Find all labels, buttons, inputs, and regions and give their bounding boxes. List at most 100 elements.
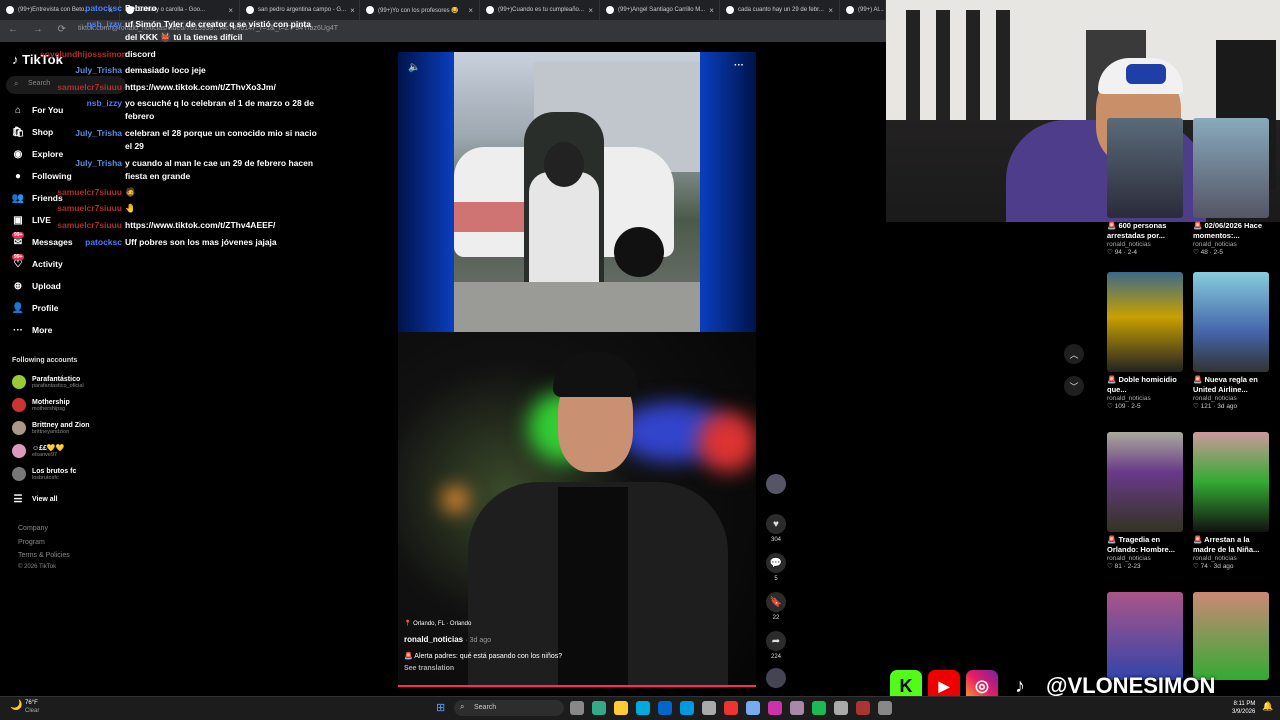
notification-icon[interactable]: 🔔 bbox=[1262, 701, 1273, 712]
following-account[interactable]: Los brutos fc losbrutosfc bbox=[12, 467, 76, 481]
chat-text: https://www.tiktok.com/t/ZThv4AEEF/ bbox=[125, 220, 276, 230]
following-account[interactable]: Brittney and Zion brittneyandzion bbox=[12, 421, 90, 435]
scroll-up-button[interactable]: ︿ bbox=[1064, 344, 1084, 364]
chat-text: 🤚 bbox=[125, 203, 136, 213]
chat-username: July_Trisha bbox=[75, 65, 122, 75]
close-icon[interactable]: × bbox=[588, 6, 593, 15]
video-photo[interactable] bbox=[454, 52, 700, 332]
start-icon[interactable]: ⊞ bbox=[436, 701, 445, 714]
progress-bar[interactable] bbox=[398, 685, 756, 687]
chat-message: soyelundhijosssimon discord bbox=[40, 48, 340, 61]
close-icon[interactable]: × bbox=[468, 6, 473, 15]
browser-tab[interactable]: (99+)Angel Santiago Carrillo M... × bbox=[600, 0, 720, 20]
following-icon: ● bbox=[14, 170, 22, 182]
browser-tab[interactable]: (99+)Cuando es tu cumpleaño... × bbox=[480, 0, 600, 20]
tab-favicon-icon bbox=[486, 6, 494, 14]
nav-item-upload[interactable]: ⊕ Upload bbox=[12, 280, 61, 292]
related-video-card[interactable]: 🚨 Doble homicidio que... ronald_noticias… bbox=[1107, 272, 1183, 410]
video-caption: 📍 Orlando, FL · Orlando ronald_noticias … bbox=[404, 620, 764, 672]
app-icon[interactable] bbox=[724, 701, 738, 715]
following-account[interactable]: Parafantástico parafantastico_oficial bbox=[12, 375, 84, 389]
clock[interactable]: 8:11 PM 3/9/2026 bbox=[1232, 700, 1255, 716]
close-icon[interactable]: × bbox=[828, 6, 833, 15]
footer-link[interactable]: Terms & Policies bbox=[18, 552, 70, 559]
scroll-down-button[interactable]: ﹀ bbox=[1064, 376, 1084, 396]
avatar bbox=[12, 398, 26, 412]
chrome-icon[interactable] bbox=[592, 701, 606, 715]
spotify-icon[interactable] bbox=[812, 701, 826, 715]
following-account[interactable]: ☺︎££💛💛 elsanve97 bbox=[12, 444, 64, 458]
nav-item-more[interactable]: ··· More bbox=[12, 324, 52, 336]
app-icon[interactable] bbox=[834, 701, 848, 715]
see-translation-link[interactable]: See translation bbox=[404, 665, 764, 672]
video-thumbnail[interactable] bbox=[1193, 592, 1269, 680]
video-thumbnail[interactable] bbox=[1193, 118, 1269, 218]
video-title: 🚨 Arrestan a la madre de la Niña... bbox=[1193, 535, 1260, 554]
edge-icon[interactable] bbox=[636, 701, 650, 715]
chat-text: Febrero bbox=[125, 3, 157, 13]
chat-username: nsb_izzy bbox=[86, 19, 122, 29]
location-tag[interactable]: 📍 Orlando, FL · Orlando bbox=[404, 620, 764, 627]
video-stats: ♡ 81 · 2-23 bbox=[1107, 563, 1141, 570]
related-video-card[interactable]: 🚨 02/06/2026 Hace momentos:... ronald_no… bbox=[1193, 118, 1269, 256]
following-account[interactable]: Mothership mothershipsg bbox=[12, 398, 70, 412]
file-explorer-icon[interactable] bbox=[614, 701, 628, 715]
chat-message: nsb_izzy yo escuché q lo celebran el 1 de… bbox=[40, 97, 340, 123]
app-icon[interactable] bbox=[790, 701, 804, 715]
video-thumbnail[interactable] bbox=[1193, 272, 1269, 372]
video-thumbnail[interactable] bbox=[1107, 432, 1183, 532]
store-icon[interactable] bbox=[680, 701, 694, 715]
more-options-icon[interactable]: ··· bbox=[734, 60, 744, 71]
browser-tab[interactable]: (99+)Yo con los profesores 😂 × bbox=[360, 0, 480, 20]
video-thumbnail[interactable] bbox=[1107, 592, 1183, 680]
close-icon[interactable]: × bbox=[709, 6, 714, 15]
footer-link[interactable]: Program bbox=[18, 539, 45, 546]
view-all-link[interactable]: ☰ View all bbox=[12, 493, 58, 505]
app-icon[interactable] bbox=[746, 701, 760, 715]
related-video-card[interactable]: 🚨 Arrestan a la madre de la Niña... rona… bbox=[1193, 432, 1269, 570]
app-icon[interactable] bbox=[768, 701, 782, 715]
related-video-card[interactable]: 🚨 Nueva regla en United Airline... ronal… bbox=[1193, 272, 1269, 410]
avatar bbox=[12, 444, 26, 458]
share-button[interactable]: ➦ 224 bbox=[764, 631, 788, 660]
related-video-card[interactable]: 🚨 Tragedia en Orlando: Hombre... ronald_… bbox=[1107, 432, 1183, 570]
chat-message: patocksc Febrero bbox=[40, 2, 340, 15]
video-thumbnail[interactable] bbox=[1193, 432, 1269, 532]
nav-item-activity[interactable]: ♡ Activity 99+ bbox=[12, 254, 63, 270]
app-icon[interactable] bbox=[878, 701, 892, 715]
tab-favicon-icon bbox=[726, 6, 734, 14]
footer-link[interactable]: Company bbox=[18, 525, 48, 532]
list-icon: ☰ bbox=[13, 493, 23, 505]
taskbar-search[interactable]: ⌕ Search bbox=[454, 700, 564, 716]
video-thumbnail[interactable] bbox=[1107, 118, 1183, 218]
nav-item-profile[interactable]: 👤 Profile bbox=[12, 302, 59, 314]
browser-tab[interactable]: cada cuanto hay un 29 de febr... × bbox=[720, 0, 840, 20]
app-icon[interactable] bbox=[856, 701, 870, 715]
video-title: 🚨 02/06/2026 Hace momentos:... bbox=[1193, 221, 1262, 240]
close-icon[interactable]: × bbox=[350, 6, 355, 15]
author-avatar-button[interactable] bbox=[764, 474, 788, 497]
volume-icon[interactable]: 🔈 bbox=[408, 62, 420, 73]
author-name[interactable]: ronald_noticias bbox=[404, 635, 463, 644]
chat-username: patocksc bbox=[85, 237, 122, 247]
video-author: ronald_noticias bbox=[1107, 395, 1151, 402]
chat-username: July_Trisha bbox=[75, 128, 122, 138]
chat-username: samuelcr7siuuu bbox=[57, 220, 122, 230]
weather-icon[interactable]: 🌙 bbox=[10, 700, 22, 711]
mail-icon[interactable] bbox=[658, 701, 672, 715]
like-button[interactable]: ♥ 304 bbox=[764, 514, 788, 543]
live-icon: ▣ bbox=[13, 214, 23, 226]
comment-button[interactable]: 💬 5 bbox=[764, 553, 788, 582]
app-icon[interactable] bbox=[702, 701, 716, 715]
friends-icon: 👥 bbox=[11, 192, 25, 204]
video-thumbnail[interactable] bbox=[1107, 272, 1183, 372]
task-view-icon[interactable] bbox=[570, 701, 584, 715]
weather-widget[interactable]: 76°F Clear bbox=[25, 699, 39, 715]
sound-avatar[interactable] bbox=[764, 668, 788, 691]
browser-tab[interactable]: (99+) Al...× bbox=[840, 0, 886, 20]
avatar bbox=[12, 467, 26, 481]
chat-text: https://www.tiktok.com/t/ZThvXo3Jm/ bbox=[125, 82, 276, 92]
related-video-card[interactable]: 🚨 600 personas arrestadas por... ronald_… bbox=[1107, 118, 1183, 256]
save-button[interactable]: 🔖 22 bbox=[764, 592, 788, 621]
chat-username: July_Trisha bbox=[75, 158, 122, 168]
